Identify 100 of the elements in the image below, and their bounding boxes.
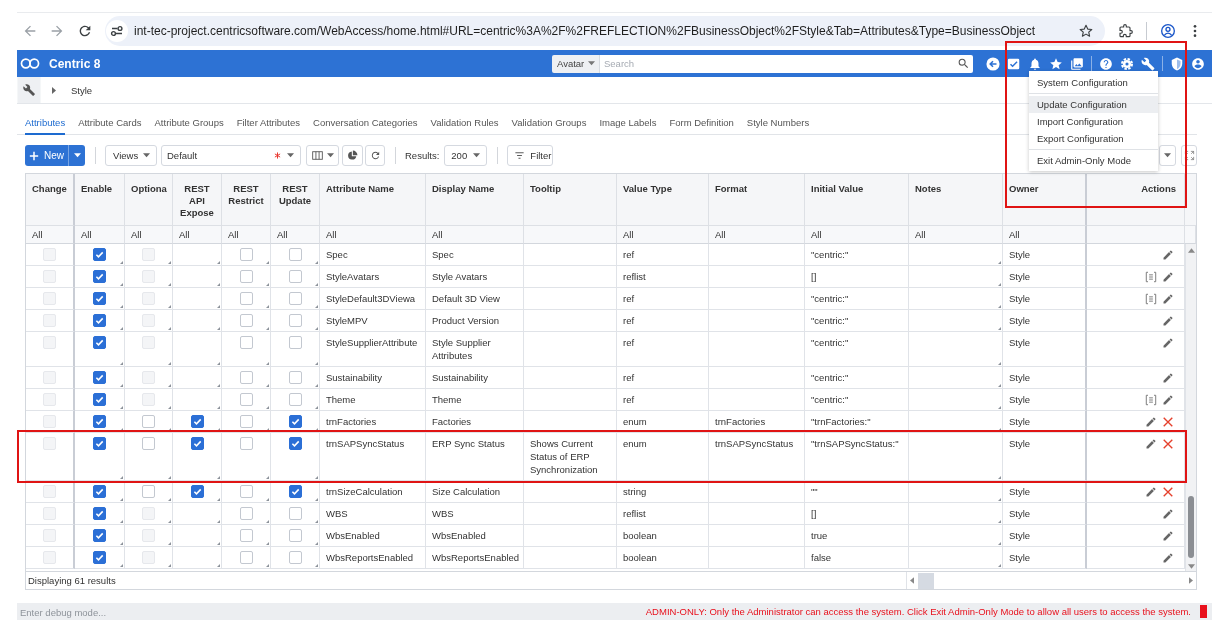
tab[interactable]: Attribute Cards xyxy=(78,117,142,135)
checkbox[interactable] xyxy=(93,437,106,450)
menu-item[interactable]: Export Configuration xyxy=(1029,130,1158,147)
checkbox[interactable] xyxy=(93,507,106,520)
checkbox[interactable] xyxy=(93,371,106,384)
checked-square-icon[interactable] xyxy=(1007,56,1021,71)
pencil-icon[interactable] xyxy=(1162,372,1174,384)
filter-cell[interactable]: All xyxy=(173,226,222,244)
views-dropdown[interactable]: Views xyxy=(105,145,157,166)
scrollbar-thumb[interactable] xyxy=(1188,496,1194,558)
pencil-icon[interactable] xyxy=(1145,416,1157,428)
tab[interactable]: Filter Attributes xyxy=(236,117,301,135)
column-header[interactable]: Value Type xyxy=(617,174,709,226)
column-header[interactable]: Display Name xyxy=(426,174,524,226)
filter-cell[interactable]: All xyxy=(805,226,909,244)
filter-cell[interactable]: All xyxy=(909,226,1003,244)
checkbox[interactable] xyxy=(190,437,204,450)
pencil-icon[interactable] xyxy=(1162,249,1174,261)
menu-item[interactable]: Import Configuration xyxy=(1029,113,1158,130)
scroll-left-arrow-icon[interactable] xyxy=(910,577,914,584)
checkbox[interactable] xyxy=(288,529,302,542)
column-header[interactable]: Actions xyxy=(1087,174,1185,226)
photo-stack-icon[interactable] xyxy=(1070,56,1084,71)
shield-icon[interactable] xyxy=(1170,56,1184,71)
bell-icon[interactable] xyxy=(1028,56,1042,71)
column-header[interactable]: REST Update xyxy=(271,174,320,226)
checkbox[interactable] xyxy=(288,415,302,428)
search-field[interactable]: Search xyxy=(599,54,973,73)
filter-button[interactable]: Filter xyxy=(507,145,554,166)
filter-cell[interactable]: All xyxy=(709,226,805,244)
checkbox[interactable] xyxy=(288,248,302,261)
checkbox[interactable] xyxy=(93,270,106,283)
checkbox[interactable] xyxy=(239,292,253,305)
tab[interactable]: Validation Rules xyxy=(430,117,499,135)
column-header[interactable]: Optiona xyxy=(125,174,173,226)
scroll-up-arrow-icon[interactable] xyxy=(1187,248,1195,253)
column-header[interactable]: Enable xyxy=(75,174,125,226)
address-bar[interactable]: int-tec-project.centricsoftware.com/WebAccess/home.html#URL=centric%3A%2F%2FREFLECTION%2FBusinessObject%2FStyle&Tab=Attributes&Type=BusinessObject xyxy=(105,15,1105,46)
filter-cell[interactable]: All xyxy=(271,226,320,244)
puzzle-piece-icon[interactable] xyxy=(1118,22,1134,39)
arrow-left-circle-icon[interactable] xyxy=(986,56,1000,71)
scrollbar-thumb[interactable] xyxy=(918,572,934,589)
star-outline-icon[interactable] xyxy=(1078,22,1094,39)
tab[interactable]: Validation Groups xyxy=(511,117,587,135)
checkbox[interactable] xyxy=(142,485,155,498)
checkbox[interactable] xyxy=(93,415,106,428)
breadcrumb-item[interactable]: Style xyxy=(71,84,93,96)
checkbox[interactable] xyxy=(239,270,253,283)
checkbox[interactable] xyxy=(239,415,253,428)
checkbox[interactable] xyxy=(93,529,106,542)
checkbox[interactable] xyxy=(190,415,204,428)
filter-cell[interactable]: All xyxy=(1003,226,1087,244)
column-header[interactable]: REST Restrict xyxy=(222,174,271,226)
tab[interactable]: Form Definition xyxy=(669,117,734,135)
tab[interactable]: Attribute Groups xyxy=(154,117,224,135)
column-header[interactable]: Owner xyxy=(1003,174,1087,226)
columns-button[interactable] xyxy=(306,145,339,166)
filter-cell[interactable]: All xyxy=(320,226,426,244)
pencil-icon[interactable] xyxy=(1162,530,1174,542)
column-header[interactable]: Tooltip xyxy=(524,174,617,226)
checkbox[interactable] xyxy=(239,248,253,261)
checkbox[interactable] xyxy=(288,270,302,283)
scroll-right-arrow-icon[interactable] xyxy=(1189,577,1193,584)
new-button[interactable]: New xyxy=(25,145,68,166)
pencil-icon[interactable] xyxy=(1145,438,1157,450)
refresh-button[interactable] xyxy=(365,145,385,166)
column-header[interactable]: Initial Value xyxy=(805,174,909,226)
filter-cell[interactable]: All xyxy=(222,226,271,244)
column-header[interactable]: Change xyxy=(26,174,75,226)
bracketed-list-icon[interactable] xyxy=(1145,271,1157,283)
column-header[interactable]: REST API Expose xyxy=(173,174,222,226)
column-header[interactable]: Notes xyxy=(909,174,1003,226)
checkbox[interactable] xyxy=(93,314,106,327)
filter-cell[interactable]: All xyxy=(26,226,75,244)
checkbox[interactable] xyxy=(142,415,155,428)
checkbox[interactable] xyxy=(288,551,302,564)
checkbox[interactable] xyxy=(93,336,106,349)
checkbox[interactable] xyxy=(239,314,253,327)
checkbox[interactable] xyxy=(239,529,253,542)
new-menu-button[interactable] xyxy=(68,145,85,166)
cross-icon[interactable] xyxy=(1162,438,1174,450)
results-dropdown[interactable]: 200 xyxy=(444,145,488,166)
vertical-scrollbar[interactable] xyxy=(1185,244,1196,571)
scroll-down-arrow-icon[interactable] xyxy=(1187,564,1195,569)
checkbox[interactable] xyxy=(288,371,302,384)
checkbox[interactable] xyxy=(239,507,253,520)
column-header[interactable]: Format xyxy=(709,174,805,226)
checkbox[interactable] xyxy=(288,393,302,406)
checkbox[interactable] xyxy=(288,485,302,498)
menu-item[interactable]: System Configuration xyxy=(1029,74,1158,91)
star-icon[interactable] xyxy=(1049,56,1063,71)
horizontal-scrollbar[interactable] xyxy=(906,572,1196,589)
checkbox[interactable] xyxy=(239,485,253,498)
settings-icon[interactable] xyxy=(1120,56,1134,71)
filter-cell[interactable]: All xyxy=(426,226,524,244)
checkbox[interactable] xyxy=(93,248,106,261)
search-scope-dropdown[interactable]: Avatar xyxy=(552,54,599,73)
filter-cell[interactable]: All xyxy=(617,226,709,244)
checkbox[interactable] xyxy=(142,437,155,450)
view-field[interactable]: Default xyxy=(161,145,301,166)
